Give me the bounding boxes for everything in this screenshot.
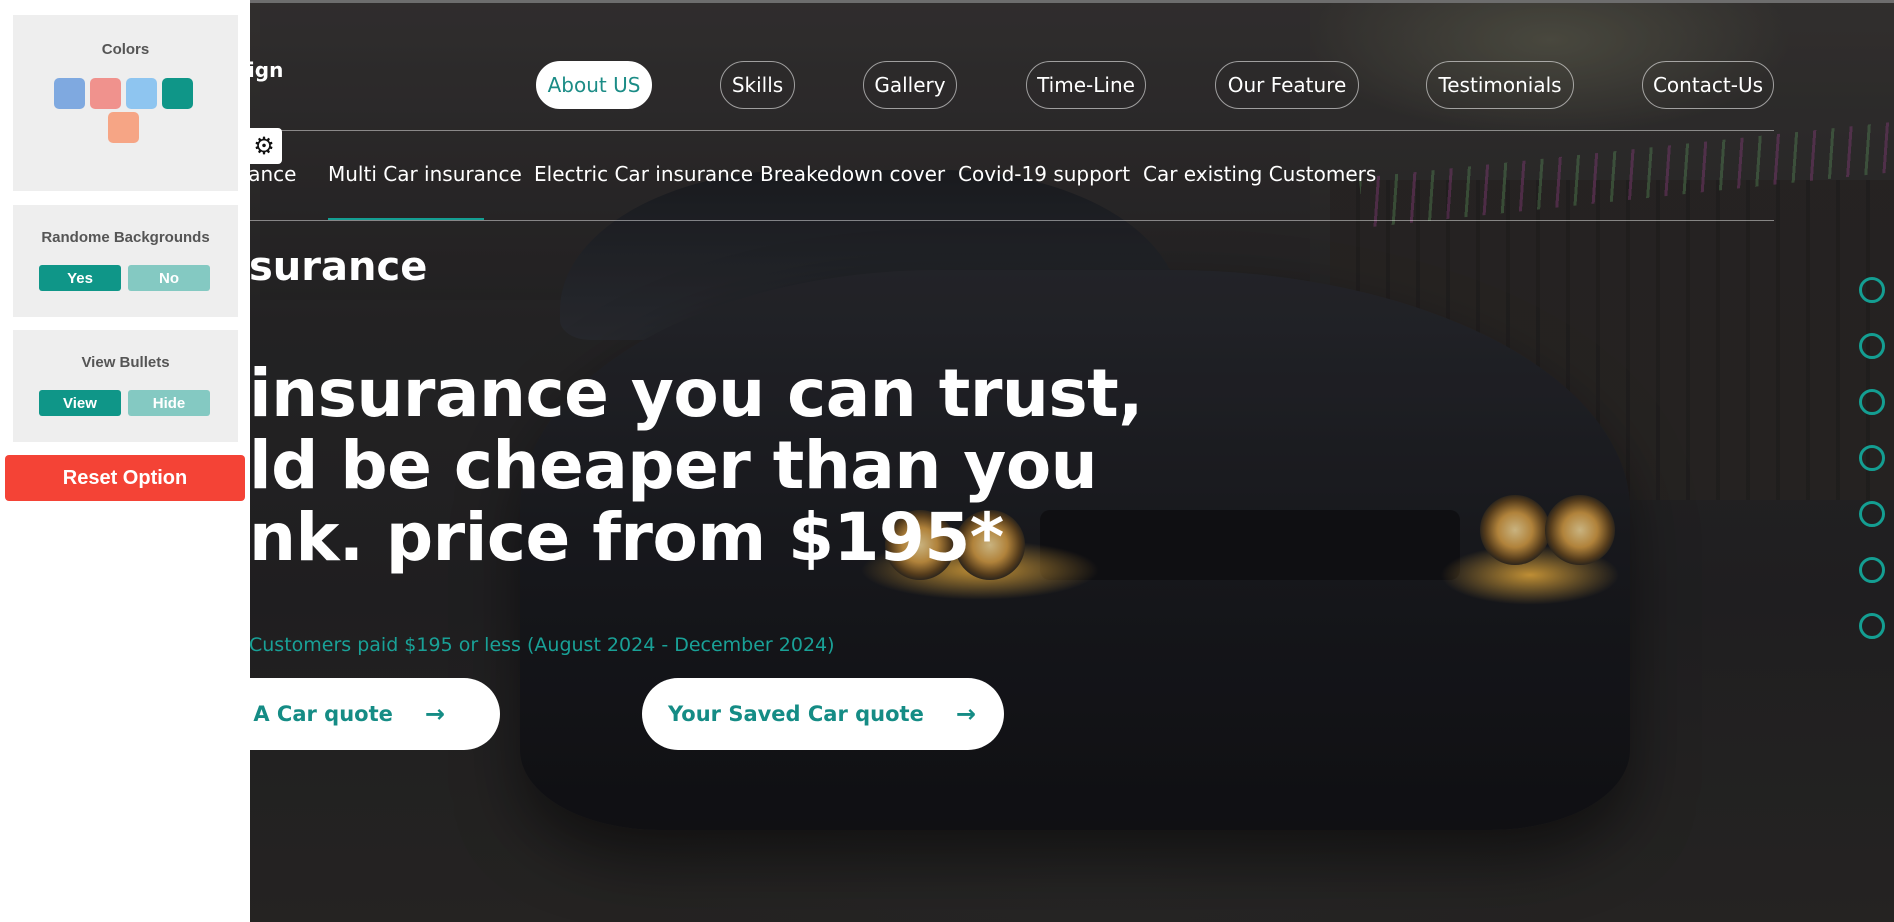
color-swatch-teal[interactable]	[162, 78, 193, 109]
settings-panel: Colors Randome Backgrounds Yes No View B…	[0, 0, 250, 922]
colors-box: Colors	[13, 15, 238, 191]
arrow-right-icon: →	[424, 700, 445, 728]
saved-car-quote-button[interactable]: Your Saved Car quote →	[642, 678, 1004, 750]
backgrounds-no-button[interactable]: No	[128, 265, 210, 291]
bullets-title: View Bullets	[81, 354, 170, 371]
subnav-covid-support[interactable]: Covid-19 support	[958, 162, 1130, 186]
backgrounds-yes-button[interactable]: Yes	[39, 265, 121, 291]
bullets-view-button[interactable]: View	[39, 390, 121, 416]
nav-skills[interactable]: Skills	[720, 61, 795, 109]
reset-option-button[interactable]: Reset Option	[5, 455, 245, 501]
price-note: Customers paid $195 or less (August 2024…	[249, 634, 835, 656]
saved-car-quote-label: Your Saved Car quote	[668, 702, 924, 726]
bullets-box: View Bullets View Hide	[13, 330, 238, 442]
headline-line-3: nk. price from $195*	[249, 499, 1004, 576]
arrow-right-icon: →	[955, 700, 976, 728]
section-bullet-2[interactable]	[1859, 333, 1885, 359]
color-swatch-red[interactable]	[90, 78, 121, 109]
nav-our-feature[interactable]: Our Feature	[1215, 61, 1359, 109]
subnav-electric-car-insurance[interactable]: Electric Car insurance	[534, 162, 753, 186]
color-swatch-blue[interactable]	[54, 78, 85, 109]
bullets-hide-button[interactable]: Hide	[128, 390, 210, 416]
top-border	[0, 0, 1894, 3]
color-swatch-light-blue[interactable]	[126, 78, 157, 109]
headline-line-1: insurance you can trust,	[249, 355, 1143, 432]
get-car-quote-label: t A Car quote	[236, 702, 393, 726]
color-swatch-salmon[interactable]	[108, 112, 139, 143]
nav-divider	[250, 130, 1774, 131]
nav-contact-us[interactable]: Contact-Us	[1642, 61, 1774, 109]
nav-testimonials[interactable]: Testimonials	[1426, 61, 1574, 109]
subnav-divider	[250, 220, 1774, 221]
backgrounds-title: Randome Backgrounds	[41, 229, 210, 246]
section-bullet-7[interactable]	[1859, 613, 1885, 639]
section-bullet-4[interactable]	[1859, 445, 1885, 471]
subnav-breakdown-cover[interactable]: Breakedown cover	[760, 162, 945, 186]
nav-time-line[interactable]: Time-Line	[1026, 61, 1146, 109]
gear-icon[interactable]: ⚙	[246, 128, 282, 164]
backgrounds-box: Randome Backgrounds Yes No	[13, 205, 238, 317]
section-bullet-1[interactable]	[1859, 277, 1885, 303]
headline-line-2: ld be cheaper than you	[249, 427, 1098, 504]
hero-headline: insurance you can trust, ld be cheaper t…	[249, 358, 1143, 574]
subnav-existing-customers[interactable]: Car existing Customers	[1143, 162, 1376, 186]
section-bullet-6[interactable]	[1859, 557, 1885, 583]
nav-gallery[interactable]: Gallery	[863, 61, 957, 109]
hero-subtitle: surance	[249, 244, 428, 290]
section-bullet-3[interactable]	[1859, 389, 1885, 415]
nav-about-us[interactable]: About US	[536, 61, 652, 109]
section-bullet-5[interactable]	[1859, 501, 1885, 527]
subnav-multi-car-insurance[interactable]: Multi Car insurance	[328, 162, 522, 186]
colors-title: Colors	[101, 41, 150, 58]
